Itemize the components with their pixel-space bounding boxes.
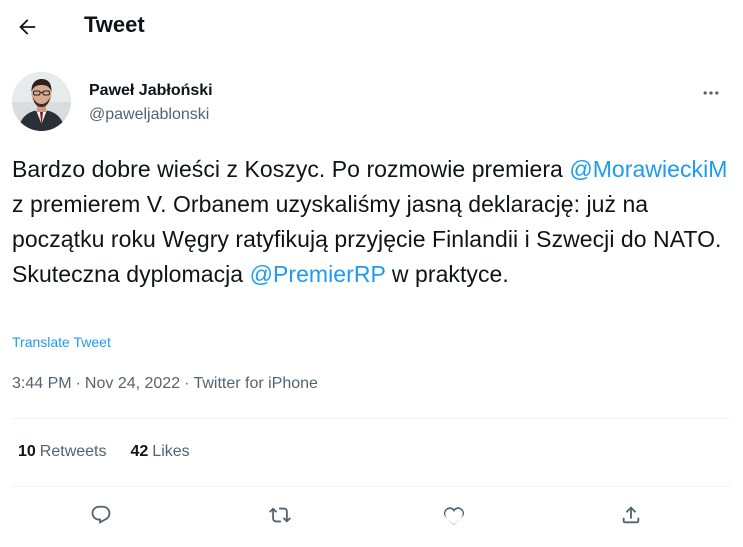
- tweet-author: Paweł Jabłoński @paweljablonski: [12, 72, 732, 134]
- tweet-text: Bardzo dobre wieści z Koszyc. Po rozmowi…: [12, 152, 732, 292]
- retweets-stat[interactable]: 10 Retweets: [18, 443, 107, 461]
- tweet-actions: [12, 494, 730, 538]
- author-name[interactable]: Paweł Jabłoński: [89, 82, 213, 100]
- likes-count: 42: [130, 443, 149, 460]
- more-options-button[interactable]: [694, 76, 728, 110]
- page-title: Tweet: [84, 12, 145, 37]
- likes-label: Likes: [152, 443, 190, 460]
- separator: ·: [184, 375, 190, 392]
- tweet-date[interactable]: Nov 24, 2022: [85, 375, 180, 392]
- separator: ·: [75, 375, 81, 392]
- share-icon: [622, 506, 640, 524]
- retweet-icon: [269, 507, 291, 523]
- arrow-left-icon: [19, 19, 36, 35]
- likes-stat[interactable]: 42 Likes: [131, 443, 190, 461]
- translate-tweet-link[interactable]: Translate Tweet: [12, 334, 111, 350]
- like-button[interactable]: [435, 496, 473, 534]
- tweet-time[interactable]: 3:44 PM: [12, 375, 72, 392]
- retweets-count: 10: [18, 443, 36, 460]
- retweets-label: Retweets: [39, 443, 107, 460]
- tweet-meta: 3:44 PM · Nov 24, 2022 · Twitter for iPhone: [12, 375, 318, 393]
- tweet-text-part: Bardzo dobre wieści z Koszyc. Po rozmowi…: [12, 156, 570, 182]
- tweet-header: Tweet: [0, 0, 743, 53]
- reply-button[interactable]: [82, 496, 120, 534]
- back-button[interactable]: [10, 10, 44, 44]
- reply-icon: [91, 505, 111, 524]
- mention-link[interactable]: @MorawieckiM: [569, 156, 727, 182]
- retweet-button[interactable]: [261, 496, 299, 534]
- divider: [12, 486, 730, 487]
- divider: [12, 418, 730, 419]
- avatar-image: [12, 72, 71, 131]
- tweet-stats: 10 Retweets 42 Likes: [18, 443, 190, 461]
- author-handle[interactable]: @paweljablonski: [89, 106, 209, 124]
- tweet-source[interactable]: Twitter for iPhone: [193, 375, 318, 392]
- tweet-text-part: w praktyce.: [385, 261, 509, 287]
- mention-link[interactable]: @PremierRP: [250, 261, 386, 287]
- avatar[interactable]: [12, 72, 71, 131]
- more-horizontal-icon: [703, 91, 719, 95]
- like-icon: [443, 507, 465, 525]
- share-button[interactable]: [612, 496, 650, 534]
